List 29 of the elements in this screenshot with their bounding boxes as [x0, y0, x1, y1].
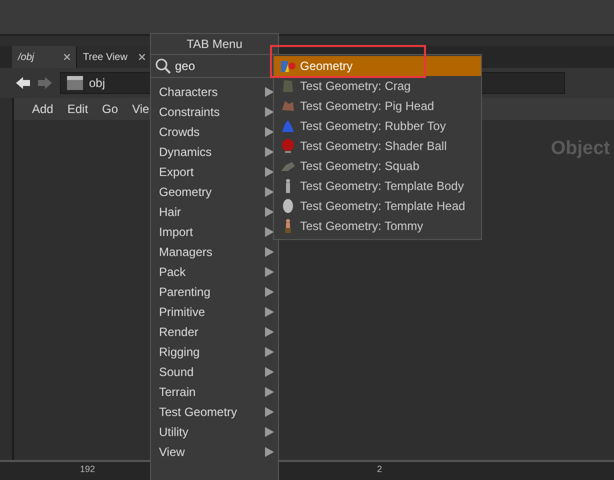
- pane-tab[interactable]: Tree View: [77, 46, 152, 68]
- menu-item[interactable]: Pack: [151, 262, 278, 282]
- menu-item[interactable]: Terrain: [151, 382, 278, 402]
- menu-item[interactable]: Managers: [151, 242, 278, 262]
- menu-item[interactable]: Add: [32, 102, 54, 116]
- menu-item[interactable]: Go: [102, 102, 118, 116]
- pane-tab[interactable]: /obj: [12, 46, 77, 68]
- result-item[interactable]: Test Geometry: Shader Ball: [274, 136, 481, 156]
- menu-item[interactable]: Test Geometry: [151, 402, 278, 422]
- result-item[interactable]: Test Geometry: Template Body: [274, 176, 481, 196]
- result-item[interactable]: Test Geometry: Pig Head: [274, 96, 481, 116]
- result-item[interactable]: Test Geometry: Template Head: [274, 196, 481, 216]
- menu-item[interactable]: Sound: [151, 362, 278, 382]
- result-item[interactable]: Test Geometry: Tommy: [274, 216, 481, 236]
- menu-item[interactable]: Primitive: [151, 302, 278, 322]
- status-count: 192: [80, 463, 96, 476]
- result-item[interactable]: Test Geometry: Crag: [274, 76, 481, 96]
- result-item[interactable]: Test Geometry: Rubber Toy: [274, 116, 481, 136]
- result-item[interactable]: Geometry: [274, 56, 481, 76]
- menu-title: TAB Menu: [186, 36, 244, 53]
- menu-item[interactable]: Parenting: [151, 282, 278, 302]
- result-item[interactable]: Test Geometry: Squab: [274, 156, 481, 176]
- menu-item[interactable]: Render: [151, 322, 278, 342]
- menu-item[interactable]: Vie: [132, 102, 150, 116]
- menu-item[interactable]: Edit: [67, 102, 88, 116]
- menu-item[interactable]: Utility: [151, 422, 278, 442]
- status-count: 2: [377, 463, 382, 476]
- menu-item[interactable]: Rigging: [151, 342, 278, 362]
- menu-item[interactable]: View: [151, 442, 278, 462]
